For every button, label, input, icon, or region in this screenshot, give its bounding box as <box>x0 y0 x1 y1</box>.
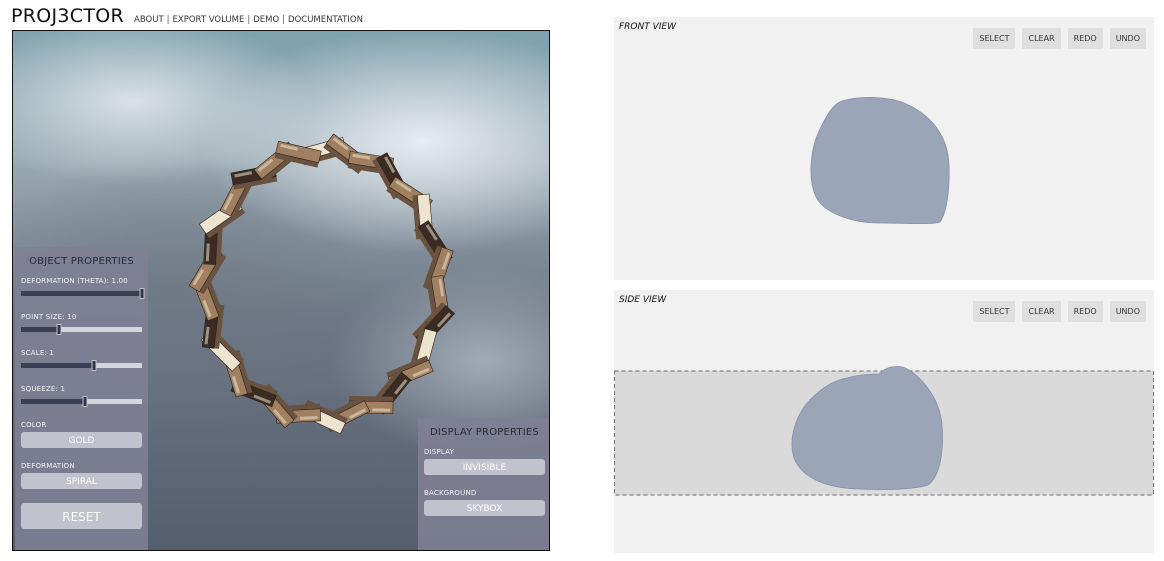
scale-slider[interactable] <box>21 360 142 371</box>
nav-documentation-link[interactable]: DOCUMENTATION <box>288 15 363 25</box>
nav-separator: | <box>282 15 286 25</box>
scale-label: SCALE: 1 <box>21 349 55 357</box>
top-nav: ABOUT | EXPORT VOLUME | DEMO | DOCUMENTA… <box>134 15 363 25</box>
app-title: PROJ3CTOR <box>11 5 125 27</box>
point-size-label: POINT SIZE: 10 <box>21 313 77 321</box>
nav-export-volume-link[interactable]: EXPORT VOLUME <box>173 15 245 25</box>
nav-separator: | <box>247 15 251 25</box>
slider-thumb[interactable] <box>139 288 145 299</box>
front-view-title: FRONT VIEW <box>619 22 677 32</box>
background-select-button[interactable]: SKYBOX <box>424 500 545 516</box>
deformation-theta-slider[interactable] <box>21 288 145 299</box>
color-select-button[interactable]: GOLD <box>21 432 142 448</box>
slider-thumb[interactable] <box>91 360 97 371</box>
deformation-theta-label: DEFORMATION (THETA): 1.00 <box>21 277 128 285</box>
reset-button[interactable]: RESET <box>21 503 142 529</box>
deformation-type-button[interactable]: SPIRAL <box>21 473 142 489</box>
background-label: BACKGROUND <box>424 489 477 497</box>
nav-about-link[interactable]: ABOUT <box>134 15 164 25</box>
slider-fill <box>21 363 94 368</box>
nav-separator: | <box>166 15 170 25</box>
app-header: PROJ3CTOR ABOUT | EXPORT VOLUME | DEMO |… <box>11 5 363 27</box>
front-clear-button[interactable]: CLEAR <box>1022 28 1061 49</box>
side-clear-button[interactable]: CLEAR <box>1022 301 1061 322</box>
display-mode-button[interactable]: INVISIBLE <box>424 459 545 475</box>
slider-thumb[interactable] <box>82 396 88 407</box>
front-view-shape[interactable] <box>810 96 950 225</box>
object-properties-panel: OBJECT PROPERTIES DEFORMATION (THETA): 1… <box>15 247 148 550</box>
nav-demo-link[interactable]: DEMO <box>253 15 279 25</box>
front-view-canvas[interactable]: FRONT VIEW SELECT CLEAR REDO UNDO <box>614 17 1154 280</box>
slider-thumb[interactable] <box>56 324 61 335</box>
display-label: DISPLAY <box>424 448 455 456</box>
side-select-button[interactable]: SELECT <box>973 301 1016 322</box>
front-select-button[interactable]: SELECT <box>973 28 1016 49</box>
front-redo-button[interactable]: REDO <box>1067 28 1103 49</box>
3d-viewport[interactable]: OBJECT PROPERTIES DEFORMATION (THETA): 1… <box>12 30 550 551</box>
side-view-title: SIDE VIEW <box>619 295 667 305</box>
front-view-drawing[interactable] <box>614 17 1154 280</box>
slider-fill <box>21 399 86 404</box>
side-undo-button[interactable]: UNDO <box>1109 301 1146 322</box>
point-size-slider[interactable] <box>21 324 142 335</box>
side-view-drawing[interactable] <box>614 290 1154 553</box>
side-view-toolbar: SELECT CLEAR REDO UNDO <box>973 301 1146 322</box>
color-label: COLOR <box>21 421 47 429</box>
side-view-canvas[interactable]: SIDE VIEW SELECT CLEAR REDO UNDO <box>614 290 1154 553</box>
front-undo-button[interactable]: UNDO <box>1109 28 1146 49</box>
display-properties-title: DISPLAY PROPERTIES <box>430 427 539 438</box>
squeeze-label: SQUEEZE: 1 <box>21 385 66 393</box>
slider-fill <box>21 327 59 332</box>
display-properties-panel: DISPLAY PROPERTIES DISPLAY INVISIBLE BAC… <box>418 418 549 550</box>
object-properties-title: OBJECT PROPERTIES <box>29 256 134 267</box>
side-redo-button[interactable]: REDO <box>1067 301 1103 322</box>
slider-fill <box>21 291 142 296</box>
deformation-type-label: DEFORMATION <box>21 462 75 470</box>
front-view-toolbar: SELECT CLEAR REDO UNDO <box>973 28 1146 49</box>
squeeze-slider[interactable] <box>21 396 142 407</box>
